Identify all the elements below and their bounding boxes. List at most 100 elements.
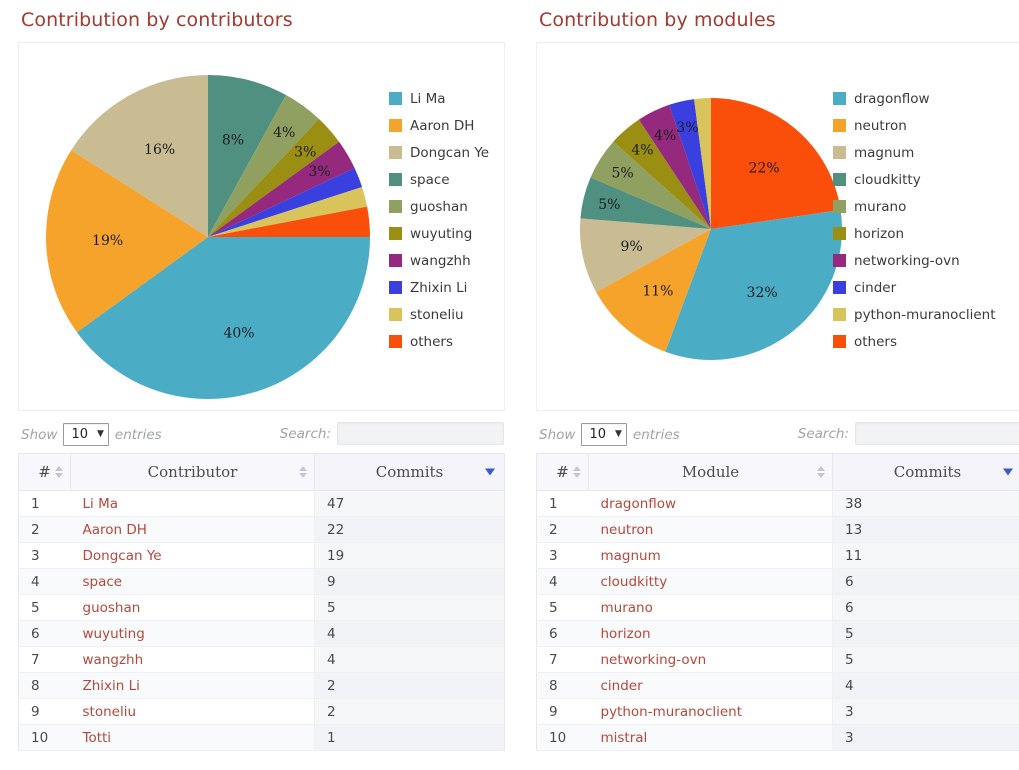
cell-name-link[interactable]: Li Ma	[83, 496, 118, 512]
legend-item[interactable]: wuyuting	[389, 220, 489, 247]
cell-name-link[interactable]: wangzhh	[83, 652, 144, 668]
legend-item-label: neutron	[854, 117, 907, 134]
cell-index: 6	[536, 620, 589, 647]
column-header-module[interactable]: Module	[588, 453, 833, 491]
pie-slice-label: 3%	[676, 120, 698, 136]
legend-item-label: guoshan	[410, 198, 468, 215]
pie-slice-label: 9%	[620, 239, 642, 255]
search-input[interactable]	[855, 422, 1019, 445]
legend-item[interactable]: cinder	[833, 274, 996, 301]
table-row: 2 neutron 13	[536, 516, 1019, 543]
cell-name-link[interactable]: networking-ovn	[601, 652, 707, 668]
legend-item[interactable]: Aaron DH	[389, 112, 489, 139]
cell-name: Totti	[70, 724, 315, 751]
cell-name: neutron	[588, 516, 833, 543]
legend-item[interactable]: dragonflow	[833, 85, 996, 112]
cell-name-link[interactable]: mistral	[601, 730, 648, 746]
pie-slice-label: 4%	[654, 128, 676, 144]
legend-item[interactable]: horizon	[833, 220, 996, 247]
cell-name-link[interactable]: space	[83, 574, 123, 590]
legend-item[interactable]: networking-ovn	[833, 247, 996, 274]
column-header-commits[interactable]: Commits	[314, 453, 505, 491]
legend-item[interactable]: cloudkitty	[833, 166, 996, 193]
cell-index: 4	[18, 568, 71, 595]
legend-swatch-icon	[389, 335, 402, 348]
legend-item[interactable]: Zhixin Li	[389, 274, 489, 301]
cell-name-link[interactable]: wuyuting	[83, 626, 145, 642]
cell-name-link[interactable]: Dongcan Ye	[83, 548, 162, 564]
legend-item-label: Dongcan Ye	[410, 144, 490, 161]
legend-item[interactable]: Dongcan Ye	[389, 139, 489, 166]
cell-name-link[interactable]: Aaron DH	[83, 522, 147, 538]
column-header-commits[interactable]: Commits	[832, 453, 1019, 491]
legend-swatch-icon	[389, 146, 402, 159]
contributors-column: Contribution by contributors 8% 4% 3% 3% 40%…	[18, 0, 505, 751]
legend-item-label: networking-ovn	[854, 252, 960, 269]
cell-commits: 5	[832, 620, 1019, 647]
cell-name-link[interactable]: neutron	[601, 522, 654, 538]
cell-name-link[interactable]: dragonflow	[601, 496, 677, 512]
sort-arrows-icon	[573, 466, 581, 478]
column-header-index[interactable]: #	[18, 453, 71, 491]
legend-item[interactable]: stoneliu	[389, 301, 489, 328]
cell-name: horizon	[588, 620, 833, 647]
cell-index: 5	[536, 594, 589, 621]
page-title-contributors: Contribution by contributors	[21, 9, 293, 31]
search-label: Search:	[279, 425, 331, 442]
cell-name-link[interactable]: horizon	[601, 626, 651, 642]
cell-name-link[interactable]: murano	[601, 600, 653, 616]
table-row: 4 cloudkitty 6	[536, 568, 1019, 595]
cell-name-link[interactable]: cloudkitty	[601, 574, 668, 590]
legend-item[interactable]: wangzhh	[389, 247, 489, 274]
contributors-table-controls: Show 10 ▼ entries Search:	[18, 420, 505, 453]
legend-swatch-icon	[833, 146, 846, 159]
table-row: 1 dragonflow 38	[536, 490, 1019, 517]
column-header-index[interactable]: #	[536, 453, 589, 491]
cell-name-link[interactable]: stoneliu	[83, 704, 137, 720]
search-input[interactable]	[337, 422, 504, 445]
table-row: 9 python-muranoclient 3	[536, 698, 1019, 725]
legend-swatch-icon	[833, 200, 846, 213]
legend-item[interactable]: neutron	[833, 112, 996, 139]
legend-item[interactable]: magnum	[833, 139, 996, 166]
pie-slice-label: 22%	[749, 161, 780, 177]
legend-item[interactable]: space	[389, 166, 489, 193]
legend-item[interactable]: guoshan	[389, 193, 489, 220]
legend-swatch-icon	[833, 254, 846, 267]
modules-column: Contribution by modules 22% 32% 11% 9% 5% 5% 4…	[536, 0, 1019, 751]
legend-item[interactable]: python-muranoclient	[833, 301, 996, 328]
entries-label: entries	[632, 426, 680, 443]
show-label: Show	[539, 426, 576, 443]
cell-name-link[interactable]: cinder	[601, 678, 643, 694]
pie-slice-label: 32%	[747, 285, 778, 301]
cell-name-link[interactable]: Zhixin Li	[83, 678, 140, 694]
legend-item-label: cloudkitty	[854, 171, 921, 188]
legend-item-label: wangzhh	[410, 252, 471, 269]
entries-select[interactable]: 10 ▼	[581, 423, 627, 446]
pie-slice-label: 16%	[144, 142, 175, 158]
legend-item[interactable]: Li Ma	[389, 85, 489, 112]
table-row: 10 Totti 1	[18, 724, 505, 751]
cell-name: murano	[588, 594, 833, 621]
legend-item[interactable]: others	[389, 328, 489, 355]
cell-name: Zhixin Li	[70, 672, 315, 699]
legend-item[interactable]: others	[833, 328, 996, 355]
pie-slice-label: 3%	[294, 144, 316, 160]
column-header-contributor[interactable]: Contributor	[70, 453, 315, 491]
cell-name: cinder	[588, 672, 833, 699]
cell-name-link[interactable]: magnum	[601, 548, 661, 564]
entries-select[interactable]: 10 ▼	[63, 423, 109, 446]
cell-index: 1	[536, 490, 589, 517]
contributors-legend: Li Ma Aaron DH Dongcan Ye space guoshan wuyut…	[389, 85, 489, 355]
cell-name: Dongcan Ye	[70, 542, 315, 569]
cell-name-link[interactable]: python-muranoclient	[601, 704, 743, 720]
cell-index: 1	[18, 490, 71, 517]
cell-commits: 4	[314, 620, 505, 647]
cell-index: 7	[536, 646, 589, 673]
sort-descending-icon	[485, 468, 495, 476]
table-row: 8 cinder 4	[536, 672, 1019, 699]
table-row: 3 magnum 11	[536, 542, 1019, 569]
legend-item[interactable]: murano	[833, 193, 996, 220]
cell-name-link[interactable]: guoshan	[83, 600, 141, 616]
cell-name-link[interactable]: Totti	[83, 730, 112, 746]
